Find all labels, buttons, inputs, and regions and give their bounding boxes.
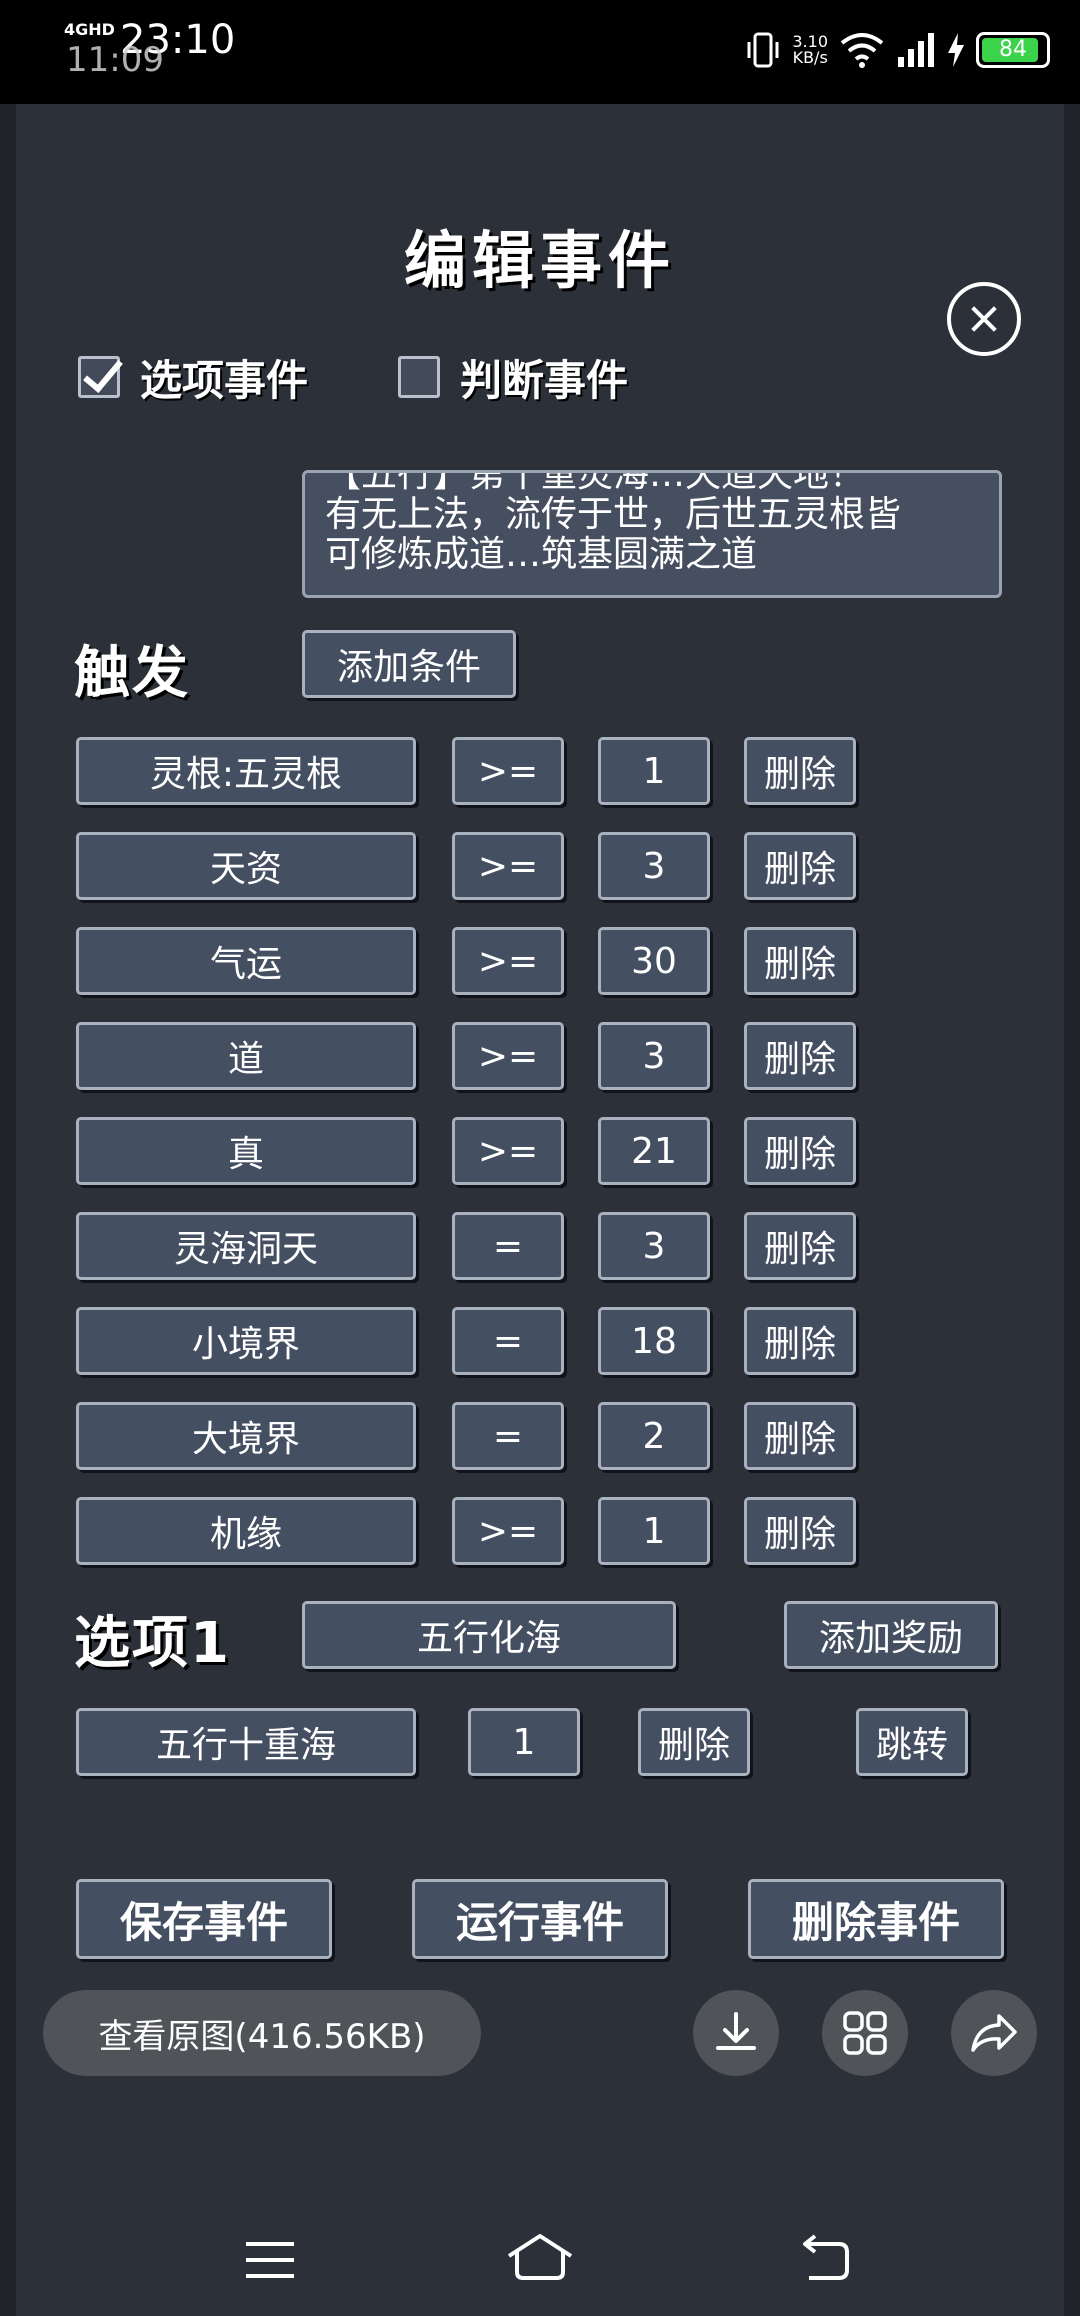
condition-value-input[interactable]: 1 [598, 737, 710, 805]
signal-icon [898, 33, 934, 67]
judge-event-checkbox[interactable]: 判断事件 [398, 352, 628, 405]
reward-name-button[interactable]: 五行十重海 [76, 1708, 416, 1776]
home-icon[interactable] [505, 2230, 575, 2290]
dialog-title: 编辑事件 [403, 224, 676, 297]
reward-value-input[interactable]: 1 [468, 1708, 580, 1776]
description-line: 【五行】第十重灵海…天道天地！ [325, 470, 866, 495]
event-description-textarea[interactable]: 【五行】第十重灵海…天道天地！ 有无上法，流传于世，后世五灵根皆 可修炼成道…筑… [302, 470, 1002, 598]
close-icon[interactable] [947, 282, 1021, 356]
condition-delete-button[interactable]: 删除 [744, 927, 856, 995]
condition-delete-button[interactable]: 删除 [744, 832, 856, 900]
condition-attribute-button[interactable]: 大境界 [76, 1402, 416, 1470]
condition-value-input[interactable]: 1 [598, 1497, 710, 1565]
condition-operator-button[interactable]: >= [452, 737, 564, 805]
condition-attribute-button[interactable]: 道 [76, 1022, 416, 1090]
share-icon-glyph [971, 2014, 1017, 2052]
battery-percent: 84 [999, 37, 1027, 62]
condition-attribute-button[interactable]: 天资 [76, 832, 416, 900]
download-icon-glyph [716, 2012, 756, 2050]
reward-delete-button[interactable]: 删除 [638, 1708, 750, 1776]
condition-operator-button[interactable]: >= [452, 1022, 564, 1090]
back-icon[interactable] [795, 2230, 855, 2290]
condition-value-input[interactable]: 2 [598, 1402, 710, 1470]
option-heading: 选项1 [74, 1611, 231, 1676]
option-event-checkbox[interactable]: 选项事件 [78, 352, 308, 405]
system-nav-bar [0, 2200, 1080, 2316]
condition-attribute-button[interactable]: 灵根:五灵根 [76, 737, 416, 805]
add-condition-button[interactable]: 添加条件 [302, 630, 516, 698]
viewer-toolbar: 查看原图(416.56KB) [0, 1988, 1080, 2088]
menu-icon[interactable] [240, 2230, 300, 2290]
status-icons: 3.10 KB/s 84 [746, 22, 1050, 78]
condition-operator-button[interactable]: = [452, 1307, 564, 1375]
condition-value-input[interactable]: 3 [598, 832, 710, 900]
battery-icon: 84 [976, 32, 1050, 68]
reward-jump-button[interactable]: 跳转 [856, 1708, 968, 1776]
condition-delete-button[interactable]: 删除 [744, 1402, 856, 1470]
share-icon[interactable] [951, 1990, 1037, 2076]
trigger-heading: 触发 [74, 641, 190, 706]
net-speed: 3.10 KB/s [792, 34, 828, 66]
description-line: 可修炼成道…筑基圆满之道 [325, 534, 758, 575]
condition-delete-button[interactable]: 删除 [744, 1497, 856, 1565]
grid-icon-glyph [843, 2011, 887, 2055]
grid-icon[interactable] [822, 1990, 908, 2076]
condition-operator-button[interactable]: = [452, 1212, 564, 1280]
view-original-button[interactable]: 查看原图(416.56KB) [43, 1990, 481, 2076]
condition-attribute-button[interactable]: 小境界 [76, 1307, 416, 1375]
condition-delete-button[interactable]: 删除 [744, 737, 856, 805]
download-icon[interactable] [693, 1990, 779, 2076]
condition-operator-button[interactable]: >= [452, 832, 564, 900]
condition-operator-button[interactable]: >= [452, 927, 564, 995]
condition-attribute-button[interactable]: 真 [76, 1117, 416, 1185]
ghost-clock: 11:09 [66, 40, 164, 80]
condition-attribute-button[interactable]: 灵海洞天 [76, 1212, 416, 1280]
option-name-input[interactable]: 五行化海 [302, 1601, 676, 1669]
vibrate-icon [747, 32, 779, 68]
run-event-button[interactable]: 运行事件 [412, 1879, 668, 1959]
description-line: 有无上法，流传于世，后世五灵根皆 [325, 494, 902, 535]
delete-event-button[interactable]: 删除事件 [748, 1879, 1004, 1959]
dialog-panel [16, 104, 1064, 2316]
charging-icon [948, 33, 964, 67]
add-reward-button[interactable]: 添加奖励 [784, 1601, 998, 1669]
condition-operator-button[interactable]: >= [452, 1497, 564, 1565]
condition-value-input[interactable]: 21 [598, 1117, 710, 1185]
save-event-button[interactable]: 保存事件 [76, 1879, 332, 1959]
net-speed-unit: KB/s [792, 48, 828, 67]
condition-attribute-button[interactable]: 气运 [76, 927, 416, 995]
status-bar: 4GHD 23:10 11:09 3.10 KB/s 84 [0, 0, 1080, 104]
condition-delete-button[interactable]: 删除 [744, 1022, 856, 1090]
condition-operator-button[interactable]: = [452, 1402, 564, 1470]
wifi-icon [840, 33, 884, 68]
condition-value-input[interactable]: 3 [598, 1022, 710, 1090]
condition-delete-button[interactable]: 删除 [744, 1212, 856, 1280]
condition-delete-button[interactable]: 删除 [744, 1307, 856, 1375]
condition-attribute-button[interactable]: 机缘 [76, 1497, 416, 1565]
option-event-label: 选项事件 [140, 355, 309, 405]
network-indicator: 4GHD [64, 20, 115, 39]
condition-value-input[interactable]: 18 [598, 1307, 710, 1375]
judge-event-label: 判断事件 [460, 355, 629, 405]
condition-value-input[interactable]: 30 [598, 927, 710, 995]
checkbox-checked-icon[interactable] [78, 356, 120, 398]
condition-value-input[interactable]: 3 [598, 1212, 710, 1280]
condition-delete-button[interactable]: 删除 [744, 1117, 856, 1185]
condition-operator-button[interactable]: >= [452, 1117, 564, 1185]
checkbox-unchecked-icon[interactable] [398, 356, 440, 398]
